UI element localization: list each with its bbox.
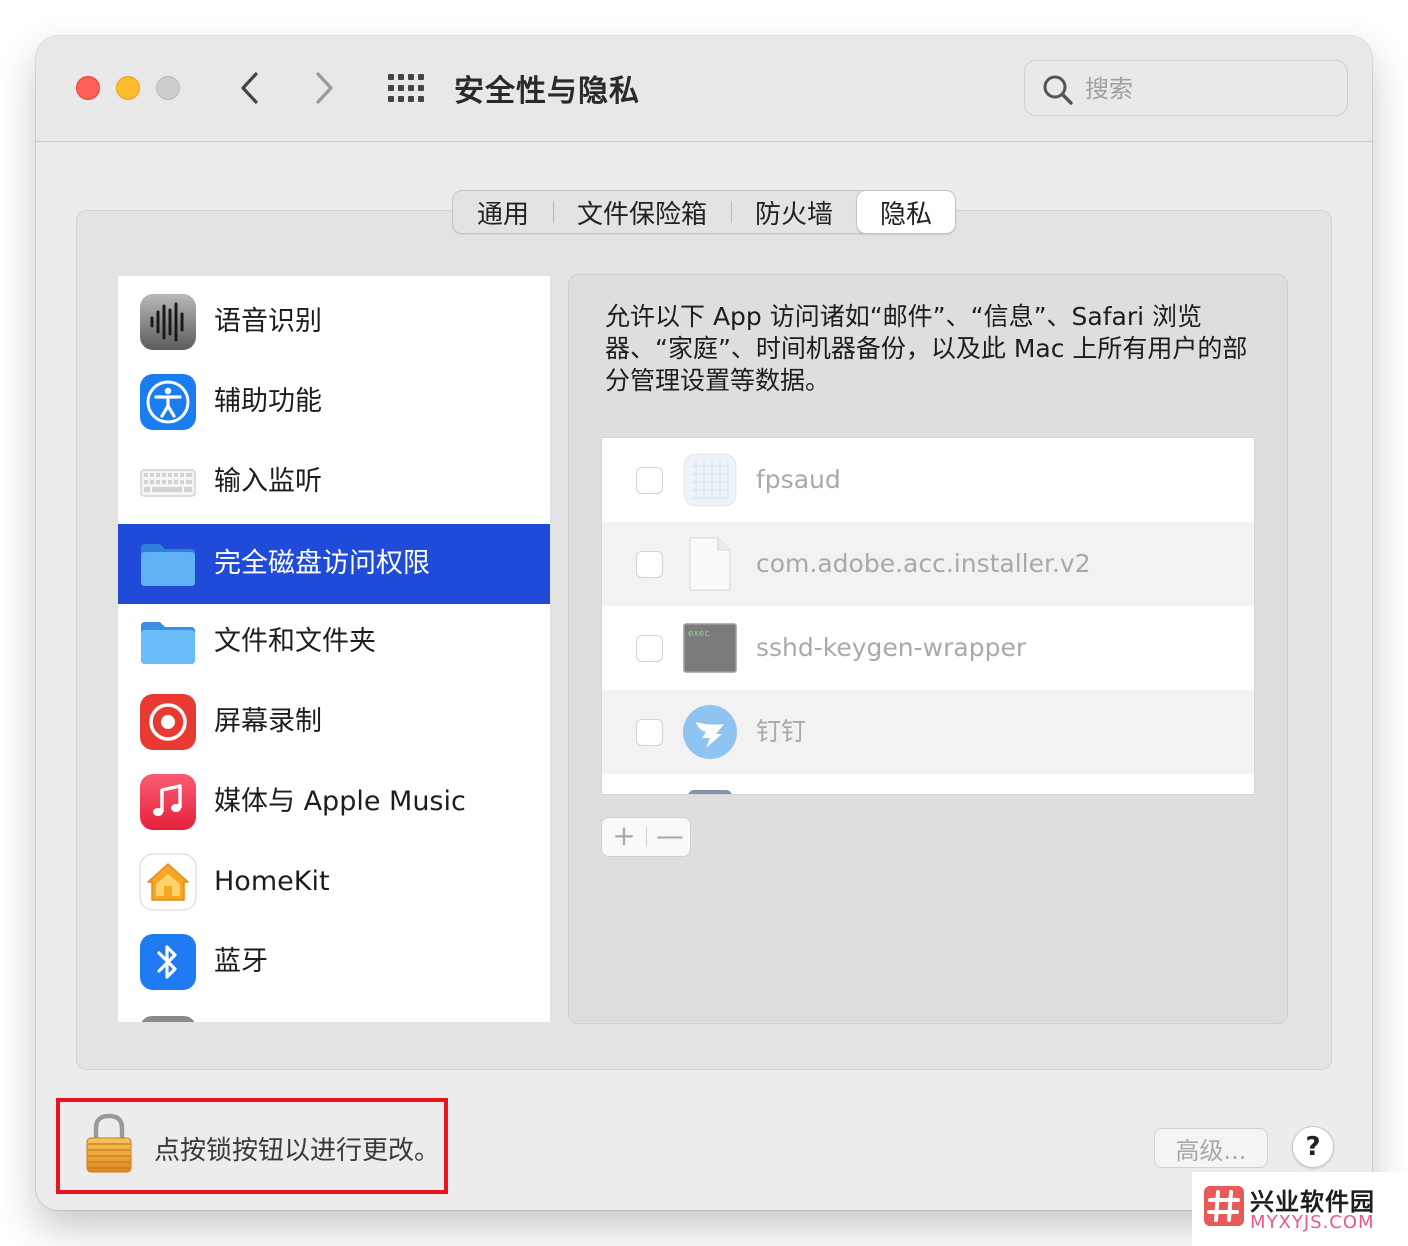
- accessibility-icon: [140, 374, 196, 430]
- app-name: 钉钉: [756, 717, 807, 746]
- minimize-button[interactable]: [116, 76, 140, 100]
- sidebar-item-files-and-folders[interactable]: 文件和文件夹: [118, 602, 550, 682]
- home-icon: [139, 853, 197, 911]
- exec-icon: exec: [683, 623, 737, 673]
- app-row[interactable]: 钉钉: [602, 690, 1254, 774]
- svg-text:exec: exec: [688, 629, 710, 639]
- watermark-site: MYXYJS.COM: [1250, 1212, 1375, 1233]
- sidebar-item-label: 完全磁盘访问权限: [214, 548, 430, 579]
- sidebar-item-full-disk-access[interactable]: 完全磁盘访问权限: [118, 524, 550, 604]
- help-button[interactable]: ?: [1292, 1126, 1334, 1168]
- screen-recording-icon: [140, 694, 196, 750]
- sidebar-item-label: 辅助功能: [214, 386, 322, 417]
- tab-privacy[interactable]: 隐私: [857, 191, 955, 233]
- next-item-icon-partial: [140, 1016, 196, 1022]
- show-all-button[interactable]: [386, 72, 426, 104]
- search-input[interactable]: [1085, 71, 1335, 107]
- sidebar-item-speech-recognition[interactable]: 语音识别: [118, 282, 550, 362]
- next-app-icon-partial: [688, 790, 732, 794]
- advanced-button[interactable]: 高级...: [1154, 1128, 1268, 1168]
- highlight-box: [56, 1098, 448, 1194]
- speech-recognition-icon: [140, 294, 196, 350]
- app-row[interactable]: fpsaud: [602, 438, 1254, 522]
- tab-bar: 通用 文件保险箱 防火墙 隐私: [452, 190, 956, 234]
- sidebar-item-screen-recording[interactable]: 屏幕录制: [118, 682, 550, 762]
- forward-button[interactable]: [304, 68, 344, 108]
- sidebar-item-input-monitoring[interactable]: 输入监听: [118, 442, 550, 522]
- detail-pane: 允许以下 App 访问诸如“邮件”、“信息”、Safari 浏览器、“家庭”、时…: [568, 274, 1288, 1024]
- watermark: 兴业软件园 MYXYJS.COM: [1192, 1172, 1408, 1246]
- chevron-right-icon: [316, 72, 333, 104]
- add-app-button[interactable]: +: [602, 818, 646, 856]
- sidebar-item-label: HomeKit: [214, 866, 330, 897]
- document-icon: [689, 537, 731, 591]
- folder-icon: [141, 622, 195, 664]
- back-button[interactable]: [230, 68, 270, 108]
- sidebar-item-accessibility[interactable]: 辅助功能: [118, 362, 550, 442]
- app-checkbox[interactable]: [636, 719, 663, 746]
- sidebar-item-label: 媒体与 Apple Music: [214, 786, 466, 817]
- window-title: 安全性与隐私: [454, 74, 640, 109]
- sidebar-item-label: 屏幕录制: [214, 706, 322, 737]
- tab-general[interactable]: 通用: [453, 191, 553, 233]
- sidebar-item-bluetooth[interactable]: 蓝牙: [118, 922, 550, 1002]
- app-checkbox[interactable]: [636, 467, 663, 494]
- grid-icon: [388, 74, 424, 102]
- title-bar: 安全性与隐私: [36, 36, 1372, 142]
- chevron-left-icon: [241, 72, 258, 104]
- dingtalk-icon: [683, 705, 737, 759]
- app-row[interactable]: com.adobe.acc.installer.v2: [602, 522, 1254, 606]
- bluetooth-icon: [140, 934, 196, 990]
- add-remove-control: + —: [601, 817, 691, 857]
- tab-filevault[interactable]: 文件保险箱: [553, 191, 731, 233]
- sidebar-item-label: 语音识别: [214, 306, 322, 337]
- permission-description: 允许以下 App 访问诸如“邮件”、“信息”、Safari 浏览器、“家庭”、时…: [605, 302, 1248, 395]
- tab-firewall[interactable]: 防火墙: [731, 191, 857, 233]
- keyboard-icon: [140, 469, 196, 497]
- app-row[interactable]: exec sshd-keygen-wrapper: [602, 606, 1254, 690]
- remove-app-button[interactable]: —: [648, 818, 692, 856]
- privacy-category-list[interactable]: 语音识别 辅助功能 输入监听 完全磁盘访问权限 文件和文件夹 屏幕录制 媒体与 …: [118, 276, 550, 1022]
- sidebar-item-label: 蓝牙: [214, 946, 268, 977]
- sidebar-item-media-apple-music[interactable]: 媒体与 Apple Music: [118, 762, 550, 842]
- sidebar-item-homekit[interactable]: HomeKit: [118, 842, 550, 922]
- sidebar-item-label: 输入监听: [214, 466, 322, 497]
- zoom-button[interactable]: [156, 76, 180, 100]
- add-remove-divider: [646, 827, 647, 847]
- app-name: fpsaud: [756, 465, 841, 494]
- search-icon: [1043, 75, 1073, 105]
- app-row-partial: [602, 774, 1254, 794]
- preferences-window: 安全性与隐私 通用 文件保险箱 防火墙 隐私: [36, 36, 1372, 1210]
- generic-app-icon: [683, 453, 737, 507]
- watermark-logo-icon: [1204, 1186, 1244, 1226]
- search-field[interactable]: [1024, 60, 1348, 116]
- sidebar-item-label: 文件和文件夹: [214, 626, 376, 657]
- app-checkbox[interactable]: [636, 635, 663, 662]
- app-name: com.adobe.acc.installer.v2: [756, 549, 1091, 578]
- folder-icon: [141, 544, 195, 586]
- close-button[interactable]: [76, 76, 100, 100]
- app-checkbox[interactable]: [636, 551, 663, 578]
- music-icon: [140, 774, 196, 830]
- app-name: sshd-keygen-wrapper: [756, 633, 1027, 662]
- app-list[interactable]: fpsaud com.adobe.acc.installer.v2 exec s…: [601, 437, 1255, 795]
